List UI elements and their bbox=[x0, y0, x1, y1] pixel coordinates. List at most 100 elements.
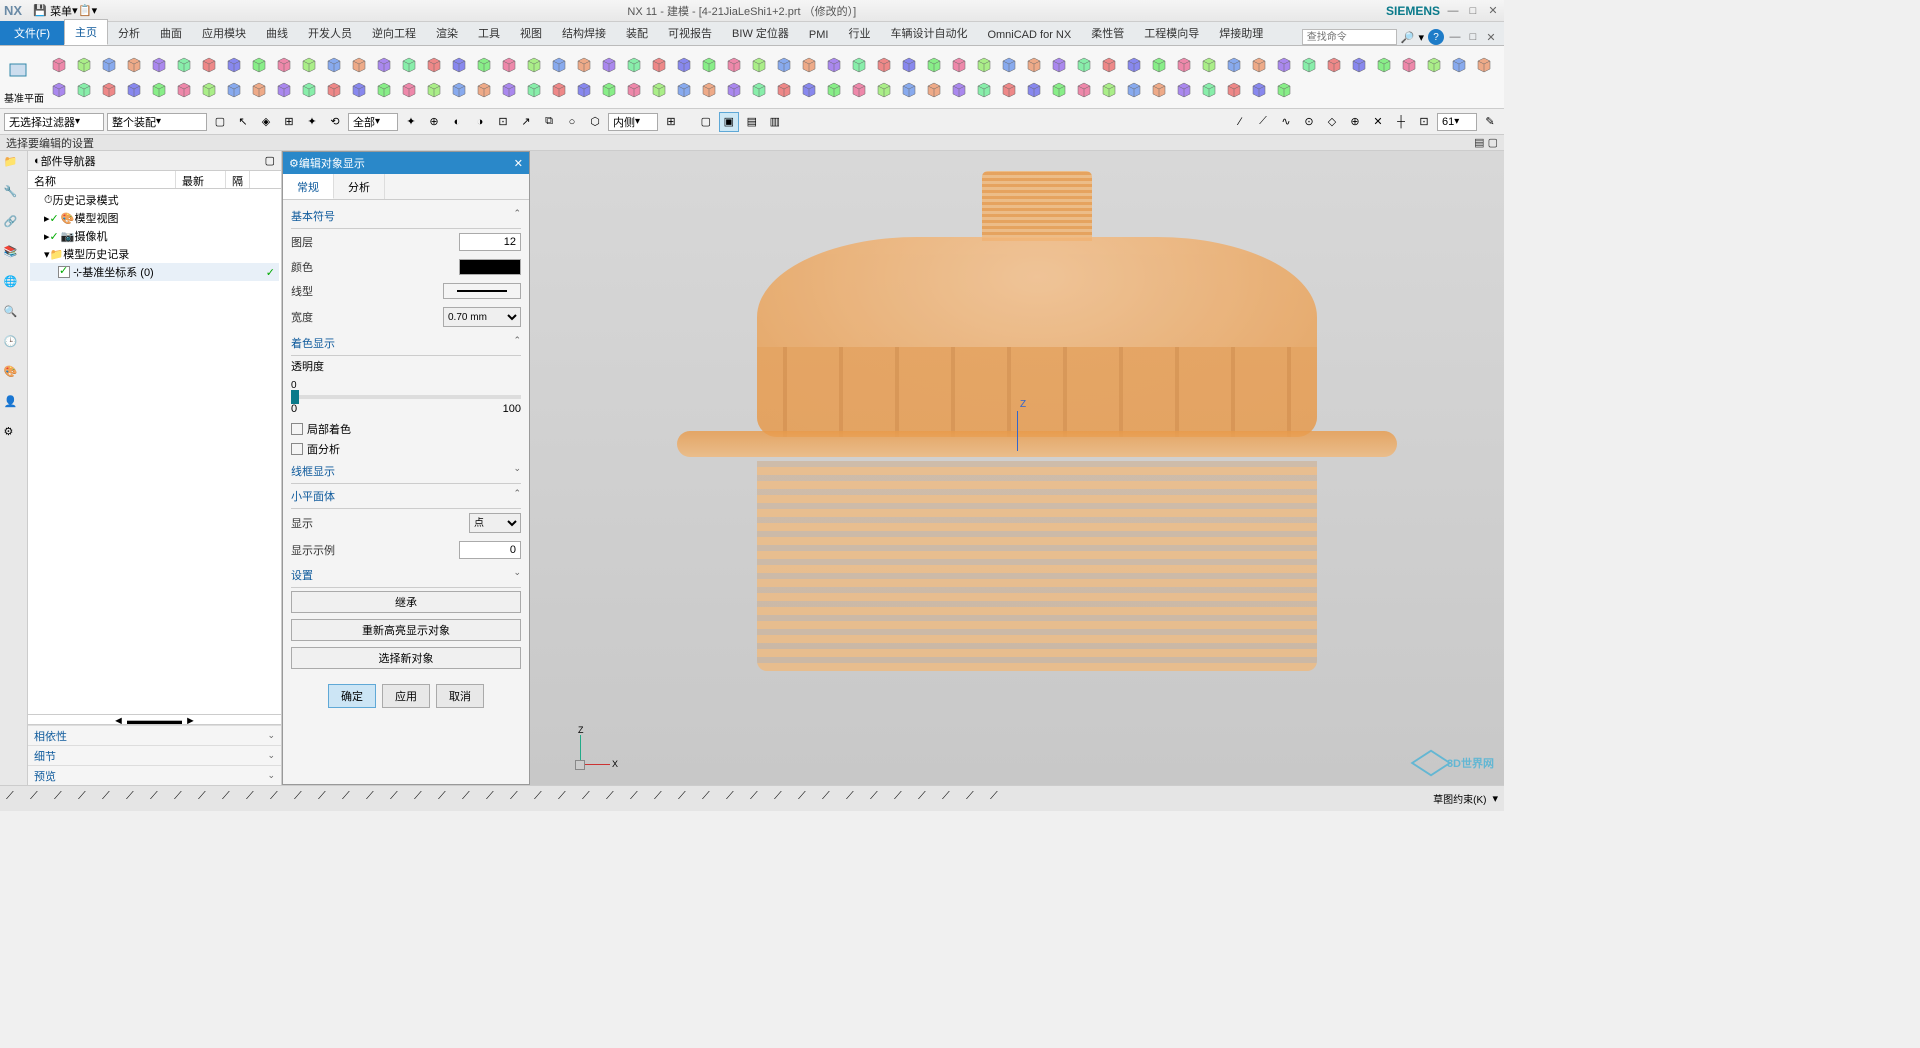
sketch-tool-icon[interactable]: ⟋ bbox=[150, 790, 168, 808]
minimize-icon[interactable]: ― bbox=[1446, 4, 1460, 18]
ribbon-tab[interactable]: 分析 bbox=[108, 21, 150, 45]
ribbon-tool-icon[interactable] bbox=[198, 54, 220, 76]
snap-icon[interactable]: ✕ bbox=[1368, 112, 1388, 132]
ribbon-tab-home[interactable]: 主页 bbox=[64, 19, 108, 45]
snap-icon[interactable]: ∿ bbox=[1276, 112, 1296, 132]
hd3d-icon[interactable]: 🌐 bbox=[4, 275, 24, 295]
sketch-tool-icon[interactable]: ⟋ bbox=[198, 790, 216, 808]
ribbon-tool-icon[interactable] bbox=[923, 79, 945, 101]
sketch-tool-icon[interactable]: ⟋ bbox=[558, 790, 576, 808]
ribbon-tab[interactable]: 渲染 bbox=[426, 21, 468, 45]
save-icon[interactable]: 💾 bbox=[30, 1, 50, 21]
tool-icon[interactable]: ▢ bbox=[210, 112, 230, 132]
ribbon-tab[interactable]: 工程模向导 bbox=[1134, 21, 1209, 45]
ribbon-tab[interactable]: OmniCAD for NX bbox=[977, 25, 1081, 45]
dialog-tab-analysis[interactable]: 分析 bbox=[334, 174, 385, 199]
ribbon-tool-icon[interactable] bbox=[1223, 79, 1245, 101]
sketch-tool-icon[interactable]: ⟋ bbox=[702, 790, 720, 808]
ribbon-tool-icon[interactable] bbox=[298, 54, 320, 76]
ribbon-tab[interactable]: 工具 bbox=[468, 21, 510, 45]
ribbon-tool-icon[interactable] bbox=[498, 54, 520, 76]
command-search-input[interactable] bbox=[1302, 29, 1397, 45]
ribbon-tool-icon[interactable] bbox=[323, 79, 345, 101]
sketch-tool-icon[interactable]: ⟋ bbox=[414, 790, 432, 808]
tool-icon[interactable]: ⊕ bbox=[424, 112, 444, 132]
ribbon-tool-icon[interactable] bbox=[98, 79, 120, 101]
sketch-tool-icon[interactable]: ⟋ bbox=[654, 790, 672, 808]
ribbon-tool-icon[interactable] bbox=[948, 79, 970, 101]
sketch-tool-icon[interactable]: ⟋ bbox=[30, 790, 48, 808]
ribbon-tool-icon[interactable] bbox=[848, 54, 870, 76]
sketch-tool-icon[interactable]: ⟋ bbox=[294, 790, 312, 808]
ribbon-tool-icon[interactable] bbox=[848, 79, 870, 101]
sketch-tool-icon[interactable]: ⟋ bbox=[534, 790, 552, 808]
snap-icon[interactable]: ┼ bbox=[1391, 112, 1411, 132]
ribbon-tool-icon[interactable] bbox=[1273, 54, 1295, 76]
ribbon-tool-icon[interactable] bbox=[1098, 54, 1120, 76]
sketch-tool-icon[interactable]: ⟋ bbox=[990, 790, 1008, 808]
restore-icon[interactable]: □ bbox=[1466, 4, 1480, 18]
ribbon-tool-icon[interactable] bbox=[798, 54, 820, 76]
view-icon[interactable]: ▥ bbox=[765, 112, 785, 132]
ribbon-tab[interactable]: 柔性管 bbox=[1081, 21, 1134, 45]
ribbon-tab[interactable]: 视图 bbox=[510, 21, 552, 45]
ribbon-tool-icon[interactable] bbox=[448, 54, 470, 76]
ribbon-tool-icon[interactable] bbox=[1098, 79, 1120, 101]
ribbon-tab[interactable]: 可视报告 bbox=[658, 21, 722, 45]
status-right[interactable]: 草图约束(K) bbox=[1433, 791, 1486, 806]
ribbon-tool-icon[interactable] bbox=[723, 54, 745, 76]
ribbon-tool-icon[interactable] bbox=[98, 54, 120, 76]
ribbon-tab[interactable]: PMI bbox=[799, 25, 839, 45]
sketch-tool-icon[interactable]: ⟋ bbox=[870, 790, 888, 808]
ribbon-tool-icon[interactable] bbox=[448, 79, 470, 101]
ribbon-tool-icon[interactable] bbox=[123, 54, 145, 76]
ribbon-tool-icon[interactable] bbox=[1023, 54, 1045, 76]
ribbon-tool-icon[interactable] bbox=[1123, 79, 1145, 101]
ribbon-tool-icon[interactable] bbox=[923, 54, 945, 76]
sketch-tool-icon[interactable]: ⟋ bbox=[6, 790, 24, 808]
col-ext[interactable]: 隔 bbox=[226, 171, 250, 188]
ribbon-tool-icon[interactable] bbox=[948, 54, 970, 76]
part-navigator-icon[interactable]: 📁 bbox=[4, 155, 24, 175]
ribbon-tool-icon[interactable] bbox=[123, 79, 145, 101]
ribbon-tool-icon[interactable] bbox=[1273, 79, 1295, 101]
tree-item[interactable]: ▾📁 模型历史记录 bbox=[30, 245, 279, 263]
layer-input[interactable] bbox=[459, 233, 521, 251]
inside-combo[interactable]: 内侧 ▾ bbox=[608, 113, 658, 131]
ribbon-tool-icon[interactable] bbox=[1148, 79, 1170, 101]
ribbon-tool-icon[interactable] bbox=[223, 79, 245, 101]
view-icon[interactable]: ▣ bbox=[719, 112, 739, 132]
ribbon-tool-icon[interactable] bbox=[148, 79, 170, 101]
face-analysis-checkbox[interactable] bbox=[291, 443, 303, 455]
select-new-button[interactable]: 选择新对象 bbox=[291, 647, 521, 669]
ribbon-tool-icon[interactable] bbox=[673, 79, 695, 101]
ribbon-tool-icon[interactable] bbox=[1248, 54, 1270, 76]
ribbon-tool-icon[interactable] bbox=[873, 79, 895, 101]
ribbon-tool-icon[interactable] bbox=[898, 54, 920, 76]
ribbon-tool-icon[interactable] bbox=[398, 54, 420, 76]
sketch-tool-icon[interactable]: ⟋ bbox=[846, 790, 864, 808]
recent-icon[interactable]: ▾ bbox=[1418, 31, 1424, 44]
ribbon-tool-icon[interactable] bbox=[1123, 54, 1145, 76]
doc-minimize-icon[interactable]: ― bbox=[1448, 30, 1462, 44]
menu-dropdown[interactable]: 菜单 bbox=[50, 3, 72, 19]
ribbon-tool-icon[interactable] bbox=[798, 79, 820, 101]
tool-icon[interactable]: ✎ bbox=[1480, 112, 1500, 132]
ribbon-tool-icon[interactable] bbox=[823, 54, 845, 76]
ribbon-tool-icon[interactable] bbox=[773, 54, 795, 76]
tool-icon[interactable]: ◈ bbox=[256, 112, 276, 132]
sketch-tool-icon[interactable]: ⟋ bbox=[486, 790, 504, 808]
tool-icon[interactable]: ↖ bbox=[233, 112, 253, 132]
search-icon[interactable]: 🔎 bbox=[1401, 31, 1415, 44]
history-icon[interactable]: 🕒 bbox=[4, 335, 24, 355]
ribbon-tool-icon[interactable] bbox=[1448, 54, 1470, 76]
ribbon-tab[interactable]: 曲面 bbox=[150, 21, 192, 45]
ribbon-tool-icon[interactable] bbox=[1148, 54, 1170, 76]
ribbon-tool-icon[interactable] bbox=[1198, 79, 1220, 101]
viewport[interactable]: Z ZX 3D世界网 bbox=[530, 151, 1504, 785]
ribbon-tool-icon[interactable] bbox=[648, 79, 670, 101]
ribbon-tool-icon[interactable] bbox=[248, 54, 270, 76]
ribbon-tool-icon[interactable] bbox=[1473, 54, 1495, 76]
ribbon-tool-icon[interactable] bbox=[48, 54, 70, 76]
ribbon-tool-icon[interactable] bbox=[73, 54, 95, 76]
